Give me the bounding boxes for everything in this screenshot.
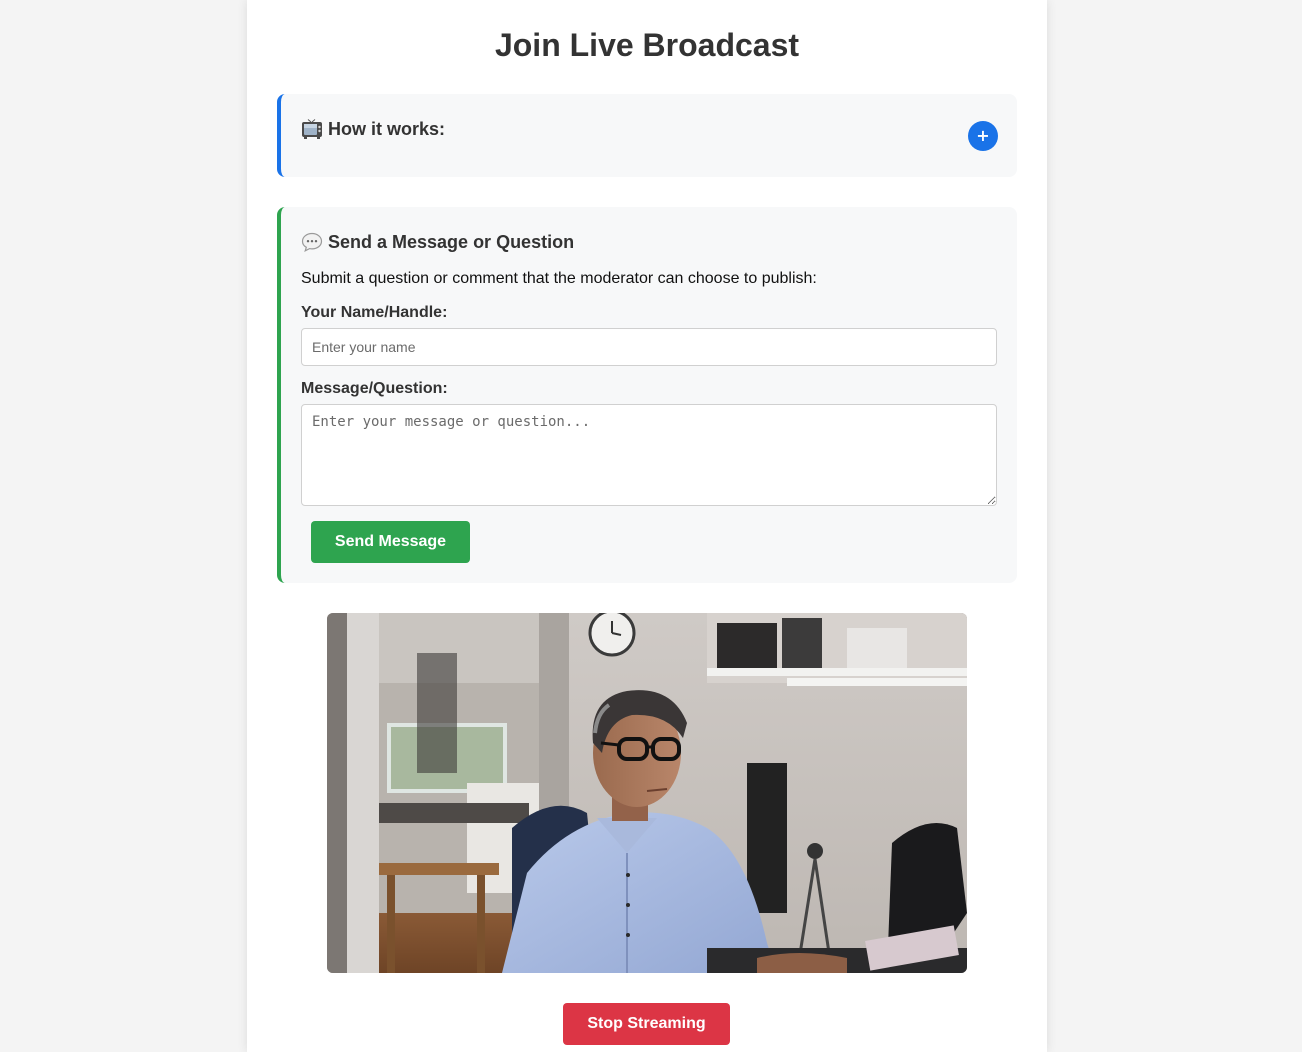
video-preview — [327, 613, 967, 973]
send-message-title: Send a Message or Question — [328, 232, 575, 252]
name-input[interactable] — [301, 328, 997, 366]
name-field-label: Your Name/Handle: — [301, 304, 448, 321]
message-field-label: Message/Question: — [301, 380, 448, 397]
message-textarea[interactable] — [301, 404, 997, 506]
how-it-works-panel: How it works: + — [277, 94, 1017, 177]
expand-how-it-works-button[interactable]: + — [968, 121, 998, 151]
send-message-heading: Send a Message or Question — [301, 231, 574, 253]
how-it-works-title: How it works: — [328, 119, 446, 139]
page-title: Join Live Broadcast — [494, 27, 800, 63]
how-it-works-heading: How it works: — [301, 118, 445, 140]
broadcast-page: Join Live Broadcast How it works: + Send… — [247, 0, 1047, 1052]
send-message-panel: Send a Message or Question Submit a ques… — [277, 207, 1017, 583]
stop-streaming-button[interactable]: Stop Streaming — [563, 1003, 730, 1045]
speech-bubble-icon — [301, 232, 323, 252]
camera-feed-image — [327, 613, 967, 973]
send-message-description: Submit a question or comment that the mo… — [301, 270, 817, 287]
send-message-button[interactable]: Send Message — [311, 521, 470, 563]
television-icon — [301, 119, 323, 139]
